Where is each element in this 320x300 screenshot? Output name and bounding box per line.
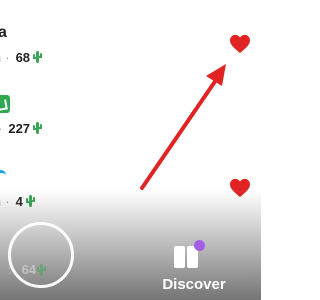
snap-list-screen: a n · 68 · 227 (0, 0, 261, 300)
discover-icon (170, 240, 205, 270)
meta-dot: · (0, 121, 2, 136)
streak-count: 227 (8, 120, 31, 136)
meta-dot: · (5, 49, 10, 65)
meta-prefix: n (0, 50, 1, 65)
discover-tab[interactable]: Discover (144, 238, 244, 298)
discover-card-shape (174, 246, 185, 268)
row-meta: · 227 (0, 119, 43, 137)
streak-count: 68 (15, 49, 31, 65)
row-meta: n · 68 (0, 48, 43, 66)
list-item[interactable]: · 227 (0, 90, 261, 150)
heart-icon[interactable] (229, 34, 251, 54)
notification-dot (194, 240, 205, 251)
discover-label: Discover (162, 276, 226, 293)
capture-button[interactable] (8, 222, 74, 288)
cactus-icon (33, 122, 43, 134)
list-item[interactable]: a n · 68 (0, 18, 261, 78)
cactus-icon (33, 51, 43, 63)
row-title: a (0, 24, 7, 41)
